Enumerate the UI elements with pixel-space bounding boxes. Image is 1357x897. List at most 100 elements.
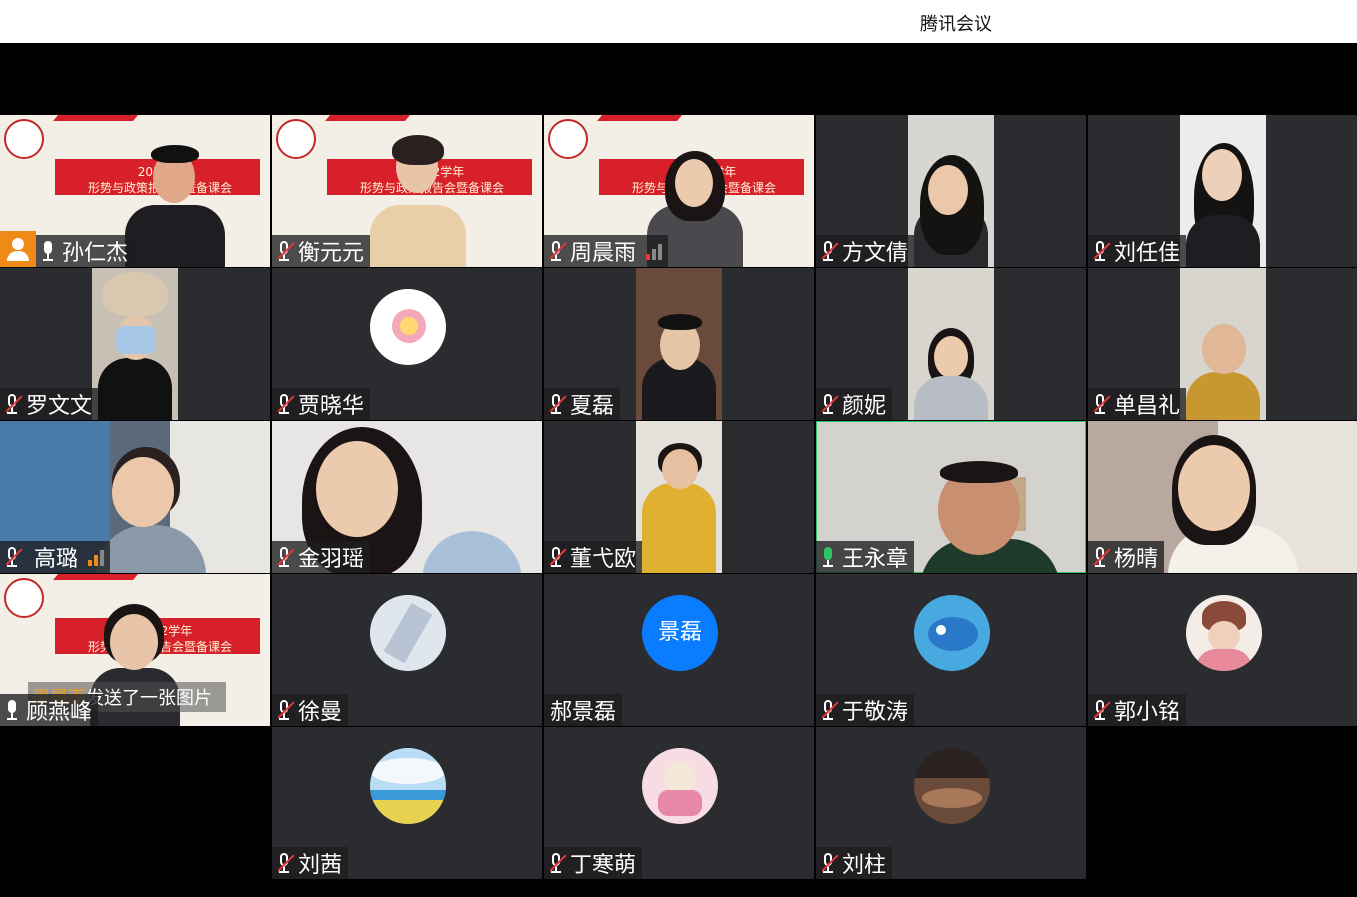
name-label: 衡元元 — [272, 235, 371, 267]
participant-name: 杨晴 — [1114, 547, 1159, 572]
camera-video — [1180, 268, 1266, 420]
university-logo — [548, 119, 588, 159]
mic-speaking-icon — [818, 546, 838, 568]
name-label: 周晨雨 — [544, 235, 669, 267]
avatar — [1186, 595, 1262, 671]
name-label: 罗文文 — [0, 388, 99, 420]
video-tile[interactable]: 刘任佳 — [1088, 115, 1357, 267]
mic-muted-icon — [2, 546, 23, 568]
name-label: 杨晴 — [1088, 541, 1165, 573]
video-tile[interactable]: 单昌礼 — [1088, 268, 1357, 420]
title-bar: 腾讯会议 — [0, 0, 1357, 43]
camera-video — [908, 268, 994, 420]
video-tile[interactable]: 方文倩 — [816, 115, 1086, 267]
name-label: 颜妮 — [816, 388, 893, 420]
mic-muted-icon — [818, 852, 839, 874]
video-tile[interactable]: 2022学年 形势与政策报告会暨备课会 周晨雨 — [544, 115, 814, 267]
mic-muted-icon — [274, 852, 295, 874]
video-tile[interactable]: 贾晓华 — [272, 268, 542, 420]
camera-video — [1180, 115, 1266, 267]
video-tile[interactable]: 丁寒萌 — [544, 727, 814, 879]
participant-name: 董弋欧 — [570, 547, 637, 572]
participant-name: 夏磊 — [570, 394, 615, 419]
name-label: 刘茜 — [272, 847, 349, 879]
signal-icon — [88, 548, 105, 566]
video-tile[interactable]: 金羽瑶 — [272, 421, 542, 573]
mic-muted-icon — [546, 852, 567, 874]
participant-name: 王永章 — [842, 547, 909, 572]
name-label: 徐曼 — [272, 694, 349, 726]
video-tile[interactable]: 2022学年 形势与政策报告会暨备课会 衡元元 — [272, 115, 542, 267]
mic-muted-icon — [546, 546, 567, 568]
avatar — [370, 595, 446, 671]
chat-message: 发送了一张图片 — [86, 688, 212, 709]
video-tile[interactable]: 景磊 郝景磊 — [544, 574, 814, 726]
video-tile-active-speaker[interactable]: 王永章 — [816, 421, 1086, 573]
participant-name: 徐曼 — [298, 700, 343, 725]
mic-muted-icon — [1090, 240, 1111, 262]
camera-video — [636, 421, 722, 573]
avatar — [914, 595, 990, 671]
video-tile[interactable]: 董弋欧 — [544, 421, 814, 573]
participant-name: 郭小铭 — [1114, 700, 1181, 725]
mic-muted-icon — [274, 546, 295, 568]
mic-muted-icon — [546, 240, 567, 262]
name-label: 顾燕峰 — [0, 694, 99, 726]
participant-name: 刘柱 — [842, 853, 887, 878]
camera-video — [908, 115, 994, 267]
mic-muted-icon — [2, 393, 23, 415]
name-label: 郝景磊 — [544, 694, 623, 726]
camera-video — [362, 115, 472, 267]
name-label: 夏磊 — [544, 388, 621, 420]
empty-tile — [1088, 727, 1357, 879]
mic-muted-icon — [274, 699, 295, 721]
mic-icon — [2, 699, 22, 721]
video-tile[interactable]: 罗文文 — [0, 268, 270, 420]
video-tile[interactable]: 刘茜 — [272, 727, 542, 879]
avatar — [914, 748, 990, 824]
name-label: 金羽瑶 — [272, 541, 371, 573]
video-tile[interactable]: 夏磊 — [544, 268, 814, 420]
video-tile[interactable]: 徐曼 — [272, 574, 542, 726]
window-title: 腾讯会议 — [920, 14, 992, 35]
video-tile[interactable]: 高璐 — [0, 421, 270, 573]
participant-name: 郝景磊 — [550, 700, 617, 725]
avatar — [370, 289, 446, 365]
participant-name: 周晨雨 — [570, 241, 637, 266]
participant-name: 刘茜 — [298, 853, 343, 878]
avatar: 景磊 — [642, 595, 718, 671]
name-label: 刘任佳 — [1088, 235, 1187, 267]
avatar — [370, 748, 446, 824]
mic-muted-icon — [818, 699, 839, 721]
name-label: 于敬涛 — [816, 694, 915, 726]
participant-name: 罗文文 — [26, 394, 93, 419]
avatar — [642, 748, 718, 824]
name-label: 方文倩 — [816, 235, 915, 267]
video-tile[interactable]: 2022学年 形势与政策报告会暨备课会 周晨雨 发送了一张图片 顾燕峰 — [0, 574, 270, 726]
video-tile[interactable]: 郭小铭 — [1088, 574, 1357, 726]
participant-name: 刘任佳 — [1114, 241, 1181, 266]
name-label: 贾晓华 — [272, 388, 371, 420]
video-tile[interactable]: 于敬涛 — [816, 574, 1086, 726]
name-label: 丁寒萌 — [544, 847, 643, 879]
mic-icon — [38, 240, 58, 262]
participant-name: 顾燕峰 — [26, 700, 93, 725]
video-tile[interactable]: 2022学年 形势与政策报告会暨备课会 孙仁杰 — [0, 115, 270, 267]
mic-muted-icon — [274, 393, 295, 415]
video-tile[interactable]: 颜妮 — [816, 268, 1086, 420]
name-label: 王永章 — [816, 541, 915, 573]
participant-name: 单昌礼 — [1114, 394, 1181, 419]
university-logo — [4, 578, 44, 618]
participant-name: 衡元元 — [298, 241, 365, 266]
name-label: 单昌礼 — [1088, 388, 1187, 420]
camera-video — [92, 268, 178, 420]
signal-icon — [646, 242, 663, 260]
participant-name: 颜妮 — [842, 394, 887, 419]
mic-muted-icon — [818, 240, 839, 262]
participant-name: 金羽瑶 — [298, 547, 365, 572]
participant-name: 贾晓华 — [298, 394, 365, 419]
participant-name: 于敬涛 — [842, 700, 909, 725]
participant-name: 高璐 — [34, 547, 79, 572]
video-tile[interactable]: 杨晴 — [1088, 421, 1357, 573]
video-tile[interactable]: 刘柱 — [816, 727, 1086, 879]
